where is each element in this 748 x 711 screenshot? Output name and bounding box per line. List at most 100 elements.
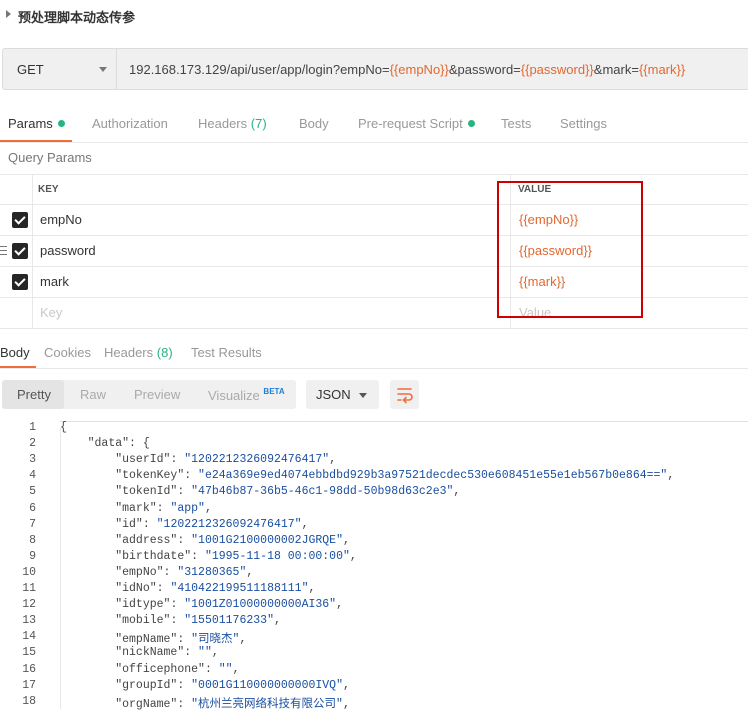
line-number: 17 bbox=[22, 678, 36, 692]
json-string-value: "410422199511188111" bbox=[170, 582, 309, 595]
json-string-value: "e24a369e9ed4074ebbdbd929b3a97521decdec5… bbox=[198, 469, 668, 483]
chevron-down-icon bbox=[99, 67, 107, 72]
response-tab-headers[interactable]: Headers (8) bbox=[104, 345, 173, 360]
line-number: 6 bbox=[29, 501, 36, 515]
triangle-right-icon[interactable] bbox=[6, 10, 11, 18]
json-punctuation: , bbox=[246, 565, 254, 579]
url-variable: {{empNo}} bbox=[389, 62, 449, 77]
json-key: "idNo" bbox=[115, 582, 157, 595]
key-placeholder-input[interactable]: Key bbox=[40, 305, 62, 320]
line-number: 12 bbox=[22, 598, 36, 612]
param-key-cell[interactable]: mark bbox=[40, 274, 69, 289]
response-tab-body[interactable]: Body bbox=[0, 345, 30, 360]
tab-tests[interactable]: Tests bbox=[501, 116, 531, 131]
json-key: "mark" bbox=[115, 501, 157, 515]
line-number: 13 bbox=[22, 614, 36, 628]
json-string-value: "1001Z01000000000AI36" bbox=[184, 598, 337, 612]
request-title-row[interactable]: 预处理脚本动态传参 bbox=[0, 0, 748, 32]
tab-params-label: Params bbox=[8, 116, 53, 131]
format-select[interactable]: JSON bbox=[306, 380, 379, 409]
code-line: "mobile": "15501176233", bbox=[60, 614, 281, 627]
method-select[interactable]: GET bbox=[2, 48, 116, 90]
line-number: 18 bbox=[22, 694, 36, 708]
request-title: 预处理脚本动态传参 bbox=[18, 10, 136, 25]
divider bbox=[0, 368, 748, 369]
checkbox-checked-icon[interactable] bbox=[12, 274, 28, 290]
json-key: "address" bbox=[115, 533, 178, 547]
drag-handle-icon[interactable] bbox=[0, 246, 7, 255]
url-input[interactable]: 192.168.173.129/api/user/app/login?empNo… bbox=[116, 48, 748, 90]
json-key: "tokenId" bbox=[115, 485, 178, 499]
json-punctuation: , bbox=[342, 533, 350, 547]
json-key: "mobile" bbox=[115, 614, 171, 628]
param-key-cell[interactable]: password bbox=[40, 243, 96, 258]
tab-prerequest-script[interactable]: Pre-request Script bbox=[358, 116, 475, 131]
code-line: "id": "1202212326092476417", bbox=[60, 518, 308, 531]
json-key: "birthdate" bbox=[115, 549, 192, 563]
table-border bbox=[0, 328, 748, 329]
json-key: "userId" bbox=[115, 453, 171, 467]
highlight-box bbox=[497, 181, 643, 318]
code-line: "officephone": "", bbox=[60, 663, 239, 676]
json-separator: : bbox=[156, 582, 171, 595]
status-dot-icon bbox=[57, 120, 65, 127]
line-number: 4 bbox=[29, 469, 36, 483]
visualize-button[interactable]: Visualize BETA bbox=[208, 387, 285, 403]
checkbox-checked-icon[interactable] bbox=[12, 243, 28, 259]
tab-body[interactable]: Body bbox=[299, 116, 329, 131]
code-line: "data": { bbox=[60, 437, 150, 450]
param-key-cell[interactable]: empNo bbox=[40, 212, 82, 227]
json-key: "idtype" bbox=[115, 598, 171, 612]
code-line: "tokenKey": "e24a369e9ed4074ebbdbd929b3a… bbox=[60, 469, 674, 482]
json-string-value: "" bbox=[218, 662, 233, 676]
table-border bbox=[0, 174, 748, 175]
json-key: "id" bbox=[115, 517, 143, 531]
json-key: "groupId" bbox=[115, 678, 178, 692]
raw-button[interactable]: Raw bbox=[80, 387, 106, 402]
tab-headers[interactable]: Headers (7) bbox=[198, 116, 267, 131]
json-string-value: "31280365" bbox=[177, 565, 247, 579]
code-line: "idtype": "1001Z01000000000AI36", bbox=[60, 598, 343, 611]
json-separator: : bbox=[163, 565, 178, 579]
column-header-key: KEY bbox=[38, 184, 59, 195]
wrap-lines-button[interactable] bbox=[390, 380, 419, 409]
code-line: "groupId": "0001G110000000000IVQ", bbox=[60, 679, 350, 692]
line-number: 3 bbox=[29, 453, 36, 467]
preview-button[interactable]: Preview bbox=[134, 387, 180, 402]
tab-settings[interactable]: Settings bbox=[560, 116, 607, 131]
json-separator: : bbox=[156, 501, 171, 515]
method-label: GET bbox=[17, 62, 44, 77]
json-separator: : bbox=[204, 662, 219, 676]
json-separator: : bbox=[170, 614, 185, 628]
line-number: 11 bbox=[22, 582, 36, 595]
tab-params[interactable]: Params bbox=[8, 116, 65, 131]
code-line: "address": "1001G2100000002JGRQE", bbox=[60, 534, 350, 547]
json-key: "empName" bbox=[115, 633, 178, 647]
json-string-value: "1202212326092476417" bbox=[156, 517, 302, 531]
json-separator: : bbox=[184, 646, 199, 660]
response-tab-test-results[interactable]: Test Results bbox=[191, 345, 262, 360]
divider bbox=[0, 142, 748, 143]
code-line: "mark": "app", bbox=[60, 502, 212, 515]
wrap-lines-icon bbox=[397, 388, 413, 404]
checkbox-checked-icon[interactable] bbox=[12, 212, 28, 228]
pretty-button[interactable]: Pretty bbox=[17, 387, 51, 402]
tab-authorization[interactable]: Authorization bbox=[92, 116, 168, 131]
tab-headers-label: Headers bbox=[198, 116, 248, 131]
line-number: 16 bbox=[22, 662, 36, 676]
json-string-value: "" bbox=[198, 646, 212, 660]
beta-badge: BETA bbox=[263, 387, 285, 396]
json-separator: : bbox=[177, 485, 192, 499]
line-number: 1 bbox=[29, 421, 36, 434]
chevron-down-icon bbox=[359, 393, 367, 398]
response-tab-cookies[interactable]: Cookies bbox=[44, 345, 91, 360]
json-key: "officephone" bbox=[115, 662, 205, 676]
code-line: "nickName": "", bbox=[60, 646, 219, 659]
